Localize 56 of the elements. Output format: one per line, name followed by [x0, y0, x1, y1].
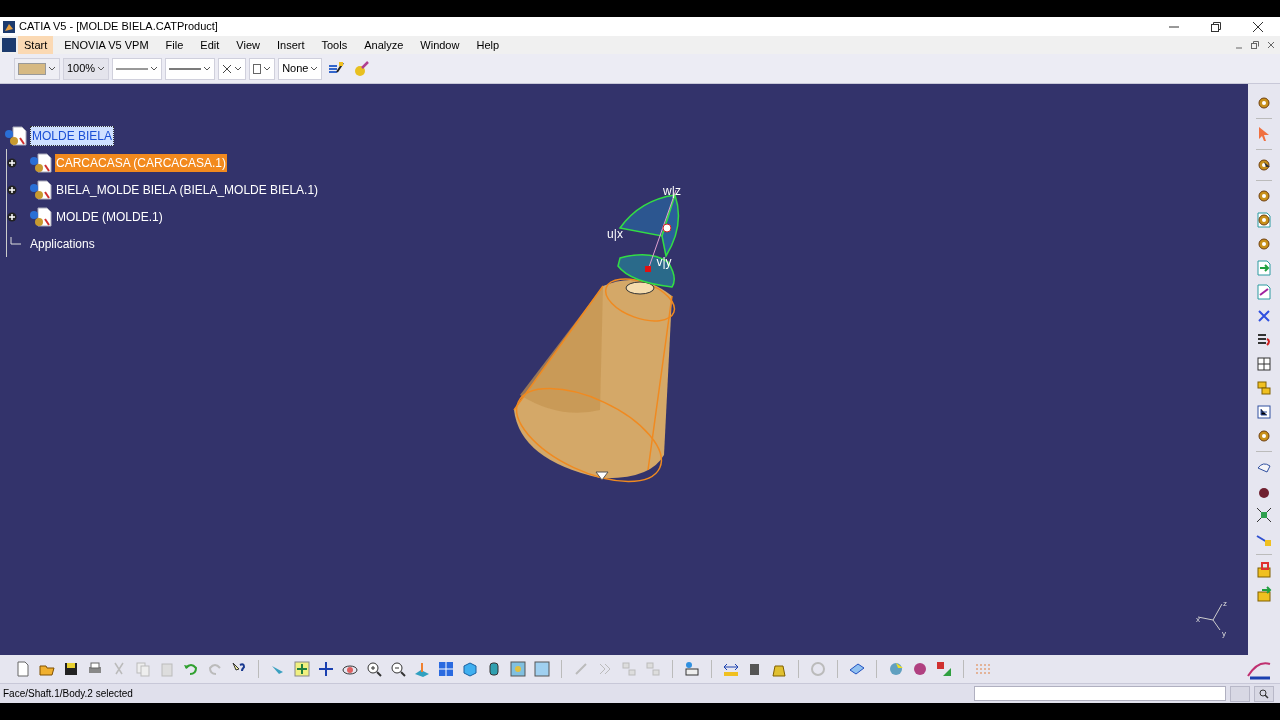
- fit-all-icon[interactable]: [291, 658, 313, 680]
- axis-label: z: [1223, 599, 1227, 608]
- axis-label: y: [1222, 629, 1226, 638]
- screen-icon[interactable]: [531, 658, 553, 680]
- menu-item[interactable]: Edit: [194, 36, 226, 54]
- window-title: CATIA V5 - [MOLDE BIELA.CATProduct]: [19, 19, 218, 35]
- caret-icon: [48, 66, 56, 71]
- page-icon: [253, 63, 262, 74]
- menu-item[interactable]: Window: [414, 36, 466, 54]
- line-sample-icon: [116, 66, 149, 71]
- menu-item[interactable]: File: [159, 36, 190, 54]
- axis-label: x: [1196, 615, 1200, 624]
- status-message: Face/Shaft.1/Body.2 selected: [2, 687, 133, 701]
- cross-icon: [222, 63, 233, 74]
- line-sample-icon: [169, 66, 202, 71]
- tree-item[interactable]: BIELA_MOLDE BIELA (BIELA_MOLDE BIELA.1): [55, 180, 320, 199]
- menu-item[interactable]: Tools: [315, 36, 354, 54]
- command-input[interactable]: [974, 686, 1226, 701]
- expand-icon[interactable]: [7, 184, 17, 195]
- caret-icon: [263, 66, 272, 71]
- cone-model-drawing[interactable]: [513, 278, 676, 483]
- axis-triad-icon: [1197, 603, 1223, 631]
- menu-item[interactable]: View: [230, 36, 266, 54]
- 3d-viewport[interactable]: w|z u|x v|y z x y MOLDE BIELA CARCACASA (CARCACASA.1) BIELA_MOLDE BIELA (BIELA_MOLDE BIELA.1) MOLDE (MOLDE.1) Applications: [0, 84, 1248, 655]
- point-symbol-dropdown[interactable]: [218, 57, 247, 80]
- expand-icon[interactable]: [7, 211, 17, 222]
- axis-label: w|z: [663, 184, 681, 198]
- linetype-dropdown[interactable]: [112, 57, 163, 80]
- menu-item[interactable]: Analyze: [358, 36, 410, 54]
- caret-icon: [310, 66, 319, 71]
- axis-label: v|y: [656, 255, 672, 269]
- layer-dropdown[interactable]: None: [278, 57, 323, 80]
- fill-color-dropdown[interactable]: [14, 57, 60, 80]
- app-icon: [3, 20, 15, 33]
- axis-label: u|x: [607, 227, 623, 241]
- expand-icon[interactable]: [7, 157, 17, 168]
- tree-item[interactable]: MOLDE (MOLDE.1): [55, 207, 164, 226]
- menu-item[interactable]: Insert: [270, 36, 311, 54]
- color-swatch: [18, 62, 46, 75]
- tree-item[interactable]: MOLDE BIELA: [30, 125, 115, 146]
- caret-icon: [234, 66, 243, 71]
- menu-item[interactable]: Help: [470, 36, 506, 54]
- caret-icon: [97, 66, 106, 71]
- caret-icon: [150, 66, 159, 71]
- menu-item[interactable]: ENOVIA V5 VPM: [58, 36, 155, 54]
- rendering-dropdown[interactable]: [249, 57, 276, 80]
- product-icon: [29, 206, 53, 227]
- product-icon: [29, 179, 53, 200]
- menu-item[interactable]: Start: [18, 36, 54, 54]
- product-icon: [4, 125, 28, 146]
- zoom-dropdown[interactable]: 100%: [63, 57, 110, 80]
- caret-icon: [203, 66, 212, 71]
- thickness-dropdown[interactable]: [165, 57, 216, 80]
- tree-item[interactable]: Applications: [29, 234, 96, 253]
- product-icon: [29, 152, 53, 173]
- search-icon[interactable]: [1254, 685, 1274, 702]
